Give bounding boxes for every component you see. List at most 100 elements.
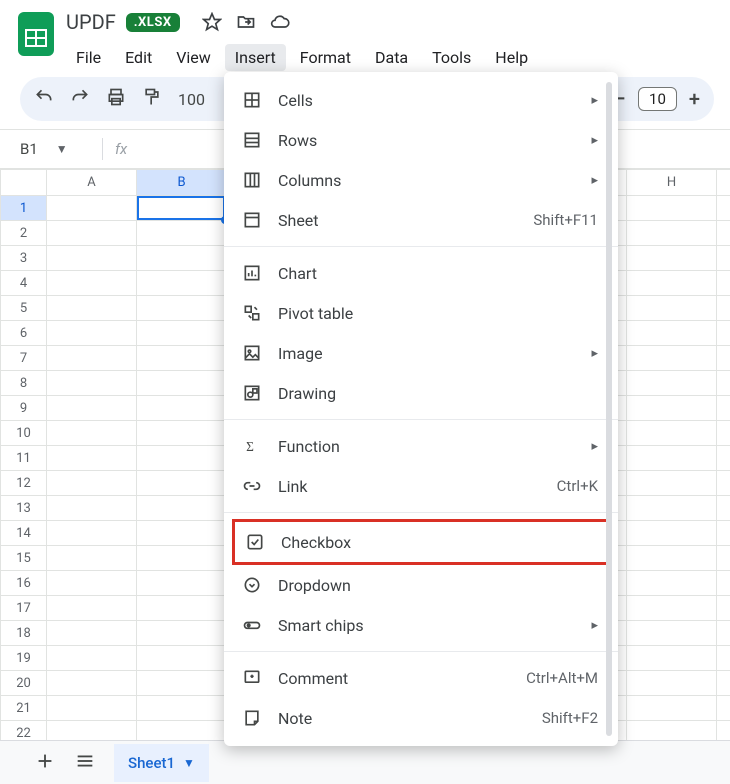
print-icon[interactable] <box>106 87 126 111</box>
row-header[interactable]: 16 <box>1 571 47 596</box>
cell[interactable] <box>137 221 227 246</box>
cell[interactable] <box>717 646 730 671</box>
cell[interactable] <box>627 221 717 246</box>
cell[interactable] <box>717 346 730 371</box>
cell[interactable] <box>627 646 717 671</box>
cell[interactable] <box>717 571 730 596</box>
cell[interactable] <box>627 471 717 496</box>
col-header[interactable]: A <box>47 170 137 196</box>
menu-item-image[interactable]: Image ▸ <box>224 333 618 373</box>
cell[interactable] <box>627 296 717 321</box>
cell[interactable] <box>137 271 227 296</box>
cell[interactable] <box>717 196 730 221</box>
row-header[interactable]: 14 <box>1 521 47 546</box>
cell[interactable] <box>137 521 227 546</box>
select-all-corner[interactable] <box>1 170 47 196</box>
row-header[interactable]: 7 <box>1 346 47 371</box>
cell[interactable] <box>717 621 730 646</box>
cell[interactable] <box>627 271 717 296</box>
cell[interactable] <box>717 246 730 271</box>
cell[interactable] <box>627 371 717 396</box>
cell[interactable] <box>47 346 137 371</box>
menu-item-rows[interactable]: Rows ▸ <box>224 120 618 160</box>
cell[interactable] <box>717 221 730 246</box>
zoom-input[interactable]: 10 <box>638 87 677 111</box>
row-header[interactable]: 11 <box>1 446 47 471</box>
row-header[interactable]: 18 <box>1 621 47 646</box>
name-box[interactable]: B1 ▼ <box>20 140 90 158</box>
cell[interactable] <box>137 296 227 321</box>
col-header[interactable]: B <box>137 170 227 196</box>
row-header[interactable]: 5 <box>1 296 47 321</box>
cell[interactable] <box>717 546 730 571</box>
col-header[interactable]: H <box>627 170 717 196</box>
cell[interactable] <box>717 296 730 321</box>
document-title[interactable]: UPDF <box>66 10 116 34</box>
cell[interactable] <box>627 521 717 546</box>
cell[interactable] <box>47 696 137 721</box>
cell[interactable] <box>47 221 137 246</box>
move-folder-icon[interactable] <box>236 12 256 36</box>
row-header[interactable]: 2 <box>1 221 47 246</box>
cell[interactable] <box>137 371 227 396</box>
col-header[interactable]: I <box>717 170 730 196</box>
cell[interactable] <box>137 346 227 371</box>
cell[interactable] <box>717 696 730 721</box>
menu-item-smart-chips[interactable]: Smart chips ▸ <box>224 605 618 645</box>
menu-item-dropdown[interactable]: Dropdown <box>224 565 618 605</box>
cell[interactable] <box>627 696 717 721</box>
cell[interactable] <box>627 671 717 696</box>
menu-item-cells[interactable]: Cells ▸ <box>224 80 618 120</box>
cell[interactable] <box>717 596 730 621</box>
menu-item-drawing[interactable]: Drawing <box>224 373 618 413</box>
cell[interactable] <box>47 596 137 621</box>
cell[interactable] <box>717 271 730 296</box>
cell[interactable] <box>137 396 227 421</box>
row-header[interactable]: 17 <box>1 596 47 621</box>
row-header[interactable]: 19 <box>1 646 47 671</box>
cell[interactable] <box>627 196 717 221</box>
menu-edit[interactable]: Edit <box>115 44 162 71</box>
menu-item-columns[interactable]: Columns ▸ <box>224 160 618 200</box>
cell[interactable] <box>137 446 227 471</box>
row-header[interactable]: 4 <box>1 271 47 296</box>
row-header[interactable]: 20 <box>1 671 47 696</box>
cell[interactable] <box>47 671 137 696</box>
menu-item-comment[interactable]: Comment Ctrl+Alt+M <box>224 658 618 698</box>
menu-view[interactable]: View <box>166 44 221 71</box>
cell[interactable] <box>47 496 137 521</box>
cell[interactable] <box>47 371 137 396</box>
cell[interactable] <box>627 421 717 446</box>
cell[interactable] <box>627 621 717 646</box>
cell[interactable] <box>47 446 137 471</box>
row-header[interactable]: 1 <box>1 196 47 221</box>
menu-insert[interactable]: Insert <box>225 44 286 71</box>
sheets-logo-icon[interactable] <box>16 8 56 60</box>
row-header[interactable]: 8 <box>1 371 47 396</box>
chevron-down-icon[interactable]: ▼ <box>56 142 68 156</box>
menu-item-pivot-table[interactable]: Pivot table <box>224 293 618 333</box>
cloud-status-icon[interactable] <box>270 12 290 36</box>
menu-item-link[interactable]: Link Ctrl+K <box>224 466 618 506</box>
cell[interactable] <box>717 321 730 346</box>
cell[interactable] <box>137 471 227 496</box>
menu-item-function[interactable]: Σ Function ▸ <box>224 426 618 466</box>
cell[interactable] <box>627 596 717 621</box>
row-header[interactable]: 21 <box>1 696 47 721</box>
cell[interactable] <box>47 521 137 546</box>
cell[interactable] <box>717 671 730 696</box>
add-sheet-icon[interactable] <box>34 750 56 776</box>
cell[interactable] <box>627 321 717 346</box>
row-header[interactable]: 6 <box>1 321 47 346</box>
cell[interactable] <box>627 396 717 421</box>
menu-file[interactable]: File <box>66 44 111 71</box>
cell[interactable] <box>137 596 227 621</box>
cell[interactable] <box>137 321 227 346</box>
cell[interactable] <box>717 471 730 496</box>
cell[interactable] <box>717 446 730 471</box>
row-header[interactable]: 13 <box>1 496 47 521</box>
menu-item-checkbox[interactable]: Checkbox <box>235 522 607 562</box>
cell[interactable] <box>137 546 227 571</box>
redo-icon[interactable] <box>70 87 90 111</box>
zoom-text[interactable]: 100 <box>178 90 205 109</box>
